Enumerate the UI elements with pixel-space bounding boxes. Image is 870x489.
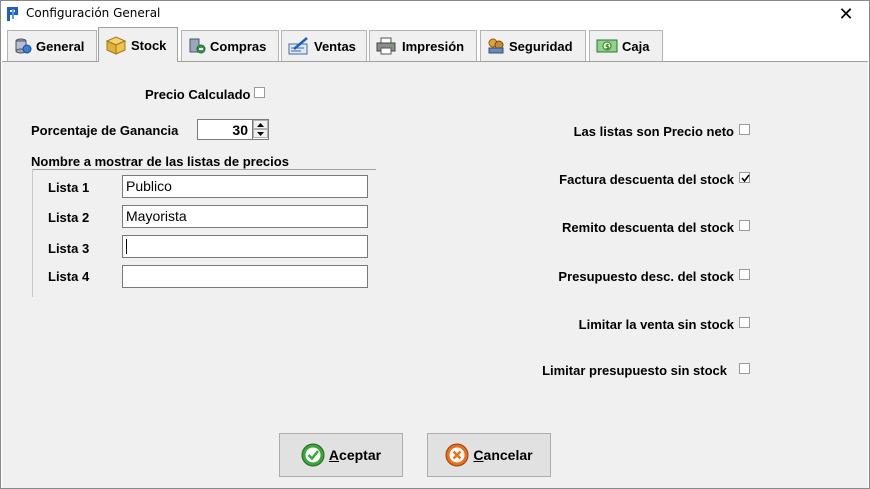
factura-descuenta-label: Factura descuenta del stock [559, 172, 734, 187]
porcentaje-ganancia-spinner[interactable]: 30 [197, 119, 269, 140]
printer-icon [376, 37, 396, 55]
close-button[interactable]: ✕ [823, 1, 869, 27]
lista-1-label: Lista 1 [48, 180, 90, 195]
database-icon [15, 38, 32, 54]
spin-up-button[interactable] [253, 120, 268, 129]
accept-button[interactable]: Aceptar [279, 433, 403, 477]
stock-panel: Precio Calculado Porcentaje de Ganancia … [2, 61, 868, 488]
porcentaje-ganancia-label: Porcentaje de Ganancia [31, 123, 179, 138]
close-icon: ✕ [838, 3, 854, 25]
lista-2-label: Lista 2 [48, 210, 90, 225]
spin-down-button[interactable] [253, 129, 268, 138]
app-logo-icon [7, 7, 18, 21]
tab-stock[interactable]: Stock [98, 27, 178, 62]
tab-label: Impresión [402, 38, 465, 54]
spinner-buttons [252, 120, 268, 139]
purchase-icon [189, 38, 206, 54]
security-icon [488, 38, 504, 54]
check-circle-icon [301, 443, 325, 467]
accept-label: Aceptar [328, 447, 382, 463]
tab-label: Compras [210, 38, 267, 54]
lista-1-input[interactable]: Publico [122, 175, 368, 198]
tab-seguridad[interactable]: Seguridad [480, 30, 586, 61]
config-window: Configuración General ✕ General Stock Co… [0, 0, 870, 489]
chevron-down-icon [257, 131, 264, 136]
precio-calculado-checkbox[interactable] [254, 87, 265, 98]
tab-strip: General Stock Compras Ventas Impresión S… [1, 27, 869, 62]
cancel-circle-icon [445, 443, 469, 467]
cancel-button[interactable]: Cancelar [427, 433, 551, 477]
tab-caja[interactable]: $ Caja [589, 30, 663, 61]
lista-2-input[interactable]: Mayorista [122, 205, 368, 228]
text-caret [126, 239, 127, 254]
precio-calculado-label: Precio Calculado [145, 87, 251, 102]
sales-icon [288, 37, 308, 55]
limitar-venta-label: Limitar la venta sin stock [578, 317, 734, 332]
precio-neto-label: Las listas son Precio neto [573, 124, 734, 139]
tab-label: Ventas [314, 38, 356, 54]
remito-descuenta-checkbox[interactable] [739, 220, 750, 231]
box-icon [105, 36, 127, 55]
tab-label: Seguridad [509, 38, 573, 54]
limitar-presupuesto-label: Limitar presupuesto sin stock [542, 363, 727, 378]
cancel-label: Cancelar [473, 447, 533, 463]
lista-4-input[interactable] [122, 265, 368, 288]
limitar-venta-checkbox[interactable] [739, 317, 750, 328]
porcentaje-ganancia-value: 30 [232, 122, 248, 138]
tab-impresion[interactable]: Impresión [369, 30, 477, 61]
chevron-up-icon [257, 122, 264, 127]
factura-descuenta-checkbox[interactable] [739, 172, 750, 183]
lista-1-value: Publico [126, 178, 172, 194]
lista-3-input[interactable] [122, 235, 368, 258]
presupuesto-desc-checkbox[interactable] [739, 269, 750, 280]
listas-group-label: Nombre a mostrar de las listas de precio… [31, 154, 291, 169]
tab-compras[interactable]: Compras [181, 30, 279, 61]
tab-label: Stock [131, 37, 167, 53]
tab-label: General [36, 38, 85, 54]
window-title: Configuración General [26, 6, 161, 20]
cash-icon: $ [596, 39, 618, 53]
tab-label: Caja [622, 38, 650, 54]
svg-text:$: $ [605, 43, 610, 51]
presupuesto-desc-label: Presupuesto desc. del stock [558, 269, 734, 284]
limitar-presupuesto-checkbox[interactable] [739, 363, 750, 374]
remito-descuenta-label: Remito descuenta del stock [562, 220, 734, 235]
tab-general[interactable]: General [7, 30, 97, 61]
checkmark-icon [741, 174, 750, 183]
title-bar[interactable]: Configuración General ✕ [1, 1, 869, 27]
tab-ventas[interactable]: Ventas [281, 30, 367, 61]
lista-4-label: Lista 4 [48, 269, 90, 284]
precio-neto-checkbox[interactable] [739, 124, 750, 135]
lista-2-value: Mayorista [126, 208, 187, 224]
lista-3-label: Lista 3 [48, 241, 90, 256]
